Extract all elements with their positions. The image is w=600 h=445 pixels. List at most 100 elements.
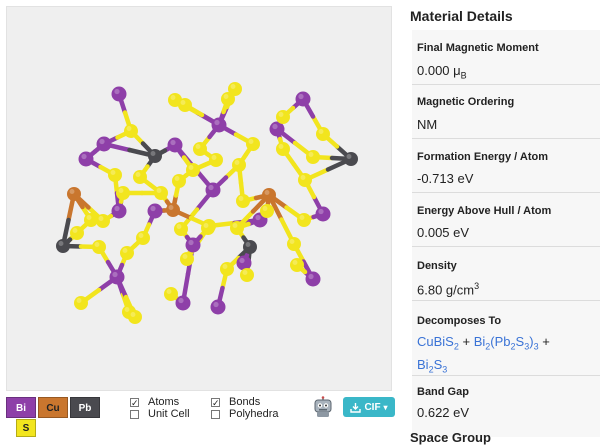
- structure-viewer[interactable]: [6, 6, 392, 391]
- density-value: 6.80 g/cm3: [417, 281, 480, 298]
- atom-bi[interactable]: [211, 117, 227, 133]
- atom-s[interactable]: [70, 226, 84, 240]
- atom-s[interactable]: [232, 158, 246, 172]
- atom-s[interactable]: [276, 110, 290, 124]
- atom-s[interactable]: [240, 268, 254, 282]
- atom-highlight: [58, 241, 64, 246]
- atom-cu[interactable]: [262, 188, 276, 202]
- atom-s[interactable]: [128, 310, 142, 324]
- atom-s[interactable]: [164, 287, 178, 301]
- energy-above-hull-value: 0.005 eV: [417, 225, 470, 240]
- atom-bi[interactable]: [205, 182, 221, 198]
- material-details-sidebar: Material Details Final Magnetic Moment 0…: [404, 0, 600, 445]
- atom-pb[interactable]: [56, 239, 70, 253]
- atom-highlight: [138, 233, 144, 238]
- download-cif-label: CIF: [364, 401, 381, 413]
- atom-s[interactable]: [246, 137, 260, 151]
- atom-s[interactable]: [290, 258, 304, 272]
- atom-s[interactable]: [92, 240, 106, 254]
- atom-pb[interactable]: [243, 240, 257, 254]
- atom-cu[interactable]: [67, 187, 81, 201]
- atom-bi[interactable]: [315, 206, 331, 222]
- final-magnetic-moment-value: 0.000 μB: [417, 63, 467, 81]
- atom-bi[interactable]: [147, 203, 163, 219]
- atom-s[interactable]: [172, 174, 186, 188]
- atom-highlight: [135, 172, 141, 177]
- atom-highlight: [94, 242, 100, 247]
- atom-pb[interactable]: [344, 152, 358, 166]
- atom-highlight: [170, 95, 176, 100]
- atom-s[interactable]: [236, 194, 250, 208]
- atom-highlight: [150, 151, 156, 156]
- atom-bi[interactable]: [210, 299, 226, 315]
- atom-bi[interactable]: [109, 269, 125, 285]
- atom-bi[interactable]: [236, 255, 252, 271]
- atom-bi[interactable]: [78, 151, 94, 167]
- atom-s[interactable]: [287, 237, 301, 251]
- energy-above-hull: Energy Above Hull / Atom 0.005 eV: [412, 192, 600, 247]
- legend-pb: Pb: [70, 397, 100, 418]
- band-gap-value: 0.622 eV: [417, 405, 470, 420]
- atom-s[interactable]: [306, 150, 320, 164]
- unit-cell-checkbox[interactable]: [130, 410, 139, 419]
- decomposition-product-bi2s3[interactable]: Bi2S3: [417, 357, 447, 375]
- atom-s[interactable]: [230, 221, 244, 235]
- atom-s[interactable]: [186, 163, 200, 177]
- atom-pb[interactable]: [148, 149, 162, 163]
- atom-s[interactable]: [84, 213, 98, 227]
- decomposition-product-bi2pb2s33[interactable]: Bi2(Pb2S3)3: [474, 334, 539, 352]
- polyhedra-checkbox[interactable]: [211, 410, 220, 419]
- atom-s[interactable]: [220, 262, 234, 276]
- decomposition-product-cubis2[interactable]: CuBiS2: [417, 334, 459, 352]
- atom-bi[interactable]: [295, 91, 311, 107]
- atom-s[interactable]: [201, 221, 215, 235]
- atom-s[interactable]: [154, 186, 168, 200]
- atom-s[interactable]: [133, 170, 147, 184]
- unit-cell-toggle[interactable]: Unit Cell: [130, 408, 190, 421]
- atom-s[interactable]: [298, 173, 312, 187]
- atom-highlight: [69, 189, 75, 194]
- atom-s[interactable]: [260, 204, 274, 218]
- atom-highlight: [180, 100, 186, 105]
- bonds-checkbox[interactable]: ✓: [211, 398, 220, 408]
- atom-highlight: [156, 188, 162, 193]
- atom-bi[interactable]: [111, 86, 127, 102]
- atom-highlight: [308, 152, 314, 157]
- polyhedra-toggle[interactable]: Polyhedra: [211, 408, 279, 421]
- atom-s[interactable]: [297, 213, 311, 227]
- atom-s[interactable]: [74, 296, 88, 310]
- unit-cell-label: Unit Cell: [148, 408, 190, 420]
- atom-s[interactable]: [178, 98, 192, 112]
- atom-s[interactable]: [124, 124, 138, 138]
- download-cif-button[interactable]: CIF ▾: [343, 397, 395, 417]
- atoms-checkbox[interactable]: ✓: [130, 398, 139, 408]
- atom-s[interactable]: [209, 153, 223, 167]
- atom-s[interactable]: [180, 252, 194, 266]
- atom-s[interactable]: [174, 222, 188, 236]
- atom-highlight: [176, 224, 182, 229]
- density-label: Density: [417, 260, 457, 272]
- atom-cu[interactable]: [166, 203, 180, 217]
- robot-icon[interactable]: [312, 396, 334, 418]
- atom-highlight: [239, 257, 245, 264]
- atom-bi[interactable]: [305, 271, 321, 287]
- atom-highlight: [122, 248, 128, 253]
- atom-s[interactable]: [276, 142, 290, 156]
- atom-s[interactable]: [120, 246, 134, 260]
- atom-s[interactable]: [96, 214, 110, 228]
- atom-s[interactable]: [116, 186, 130, 200]
- crystal-structure[interactable]: [7, 7, 391, 390]
- atom-bi[interactable]: [111, 203, 127, 219]
- atom-highlight: [168, 205, 174, 210]
- atom-s[interactable]: [193, 142, 207, 156]
- atom-highlight: [203, 223, 209, 228]
- atom-s[interactable]: [136, 231, 150, 245]
- atom-s[interactable]: [316, 127, 330, 141]
- atom-bi[interactable]: [185, 237, 201, 253]
- atom-s[interactable]: [221, 92, 235, 106]
- atom-bi[interactable]: [167, 137, 183, 153]
- atom-bi[interactable]: [175, 295, 191, 311]
- atom-highlight: [232, 223, 238, 228]
- atom-bi[interactable]: [96, 136, 112, 152]
- atom-s[interactable]: [108, 168, 122, 182]
